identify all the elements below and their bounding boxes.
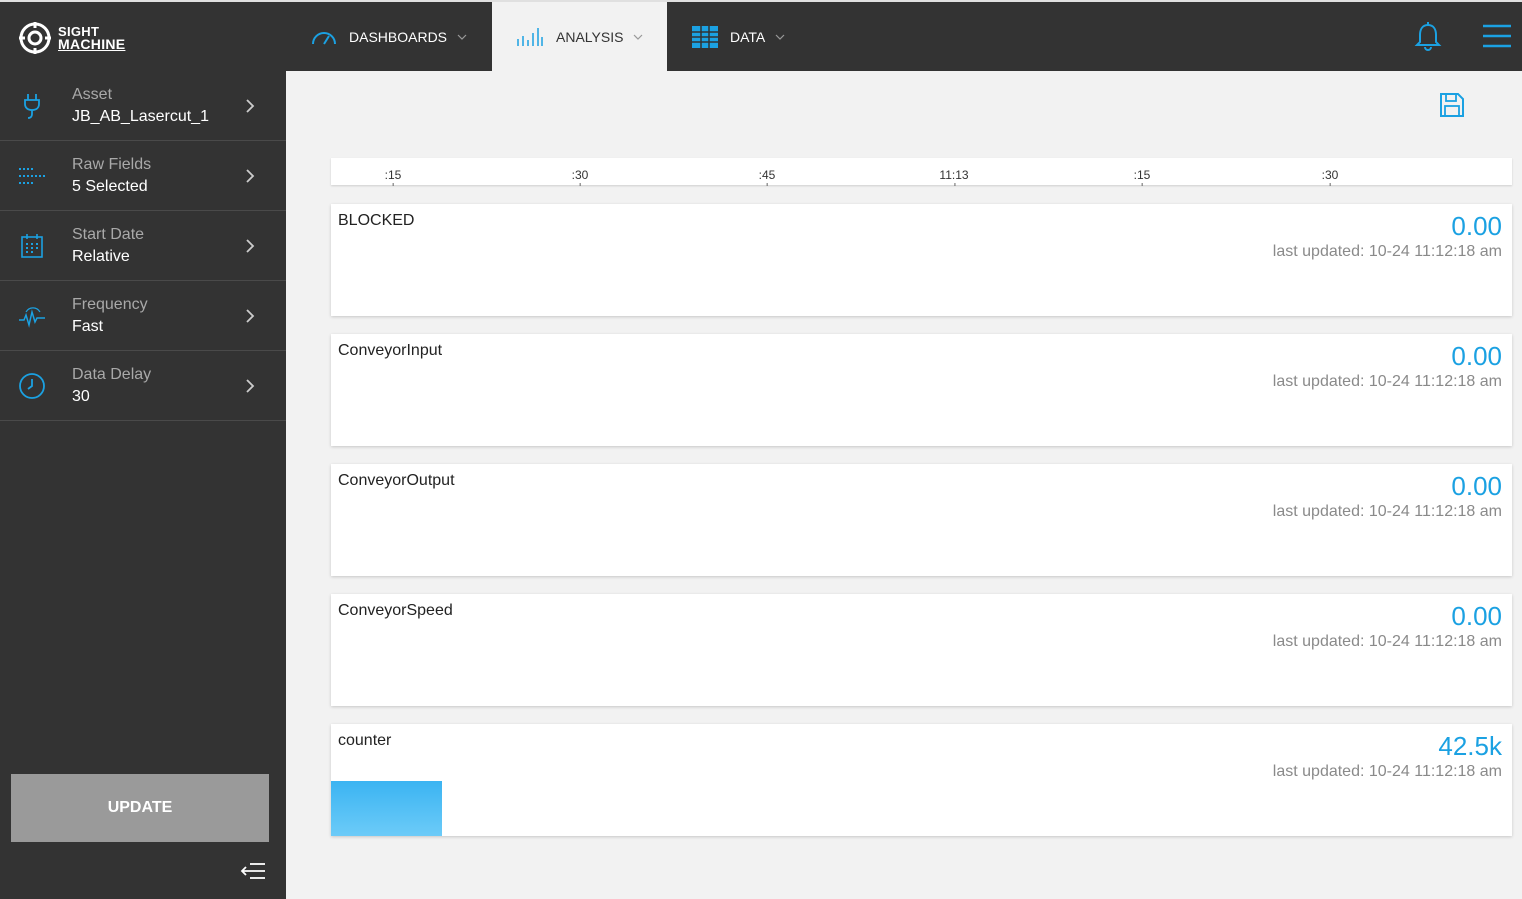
sidebar-item-raw-fields[interactable]: Raw Fields 5 Selected	[0, 141, 286, 211]
sidebar-item-value: 5 Selected	[72, 178, 148, 195]
sidebar: Asset JB_AB_Lasercut_1 Raw Fields 5 Sele…	[0, 71, 286, 899]
field-name: counter	[338, 732, 392, 749]
field-card-conveyor-input[interactable]: ConveyorInput 0.00 last updated: 10-24 1…	[331, 334, 1512, 446]
field-card-conveyor-output[interactable]: ConveyorOutput 0.00 last updated: 10-24 …	[331, 464, 1512, 576]
sight-machine-logo[interactable]: SIGHT MACHINE	[18, 18, 138, 58]
field-card-conveyor-speed[interactable]: ConveyorSpeed 0.00 last updated: 10-24 1…	[331, 594, 1512, 706]
sidebar-item-label: Asset	[72, 86, 113, 103]
collapse-sidebar-icon[interactable]	[240, 861, 266, 881]
sidebar-item-label: Data Delay	[72, 366, 152, 383]
time-axis: :15 :30 :45 11:13 :15 :30	[331, 158, 1512, 186]
tab-analysis-label: ANALYSIS	[556, 28, 624, 45]
chevron-right-icon	[246, 239, 255, 253]
chevron-right-icon	[246, 379, 255, 393]
clock-icon	[19, 373, 45, 399]
field-value: 42.5k	[1438, 731, 1502, 761]
chevron-right-icon	[246, 169, 255, 183]
time-tick: :15	[1133, 168, 1151, 186]
sidebar-item-label: Frequency	[72, 296, 148, 313]
last-updated-text: last updated: 10-24 11:12:18 am	[1272, 763, 1502, 780]
last-updated-text: last updated: 10-24 11:12:18 am	[1272, 373, 1502, 390]
tab-dashboards-label: DASHBOARDS	[349, 28, 448, 45]
gauge-icon	[312, 31, 336, 45]
field-value: 0.00	[1451, 341, 1502, 371]
last-updated-text: last updated: 10-24 11:12:18 am	[1272, 633, 1502, 650]
sidebar-item-asset[interactable]: Asset JB_AB_Lasercut_1	[0, 71, 286, 141]
save-icon[interactable]	[1439, 92, 1465, 118]
tab-analysis[interactable]: ANALYSIS	[492, 2, 667, 71]
top-navigation-bar: SIGHT MACHINE DASHBOARDS ANALYSIS DATA	[0, 0, 1522, 71]
chevron-right-icon	[246, 309, 255, 323]
chevron-down-icon	[775, 34, 785, 40]
chevron-down-icon	[457, 34, 467, 40]
sidebar-item-value: Fast	[72, 318, 104, 335]
field-card-counter[interactable]: counter 42.5k last updated: 10-24 11:12:…	[331, 724, 1512, 836]
grid-table-icon	[692, 25, 718, 48]
bar-chart-icon	[517, 27, 543, 46]
tab-data-label: DATA	[730, 28, 766, 45]
field-name: ConveyorInput	[338, 342, 443, 359]
main-content: :15 :30 :45 11:13 :15 :30 BLOCKED 0.00 l…	[286, 71, 1522, 899]
sidebar-item-data-delay[interactable]: Data Delay 30	[0, 351, 286, 421]
chevron-right-icon	[246, 99, 255, 113]
tab-data[interactable]: DATA	[692, 2, 785, 71]
field-name: ConveyorOutput	[338, 472, 455, 489]
gear-logo-icon	[19, 22, 51, 54]
hamburger-menu-icon[interactable]	[1483, 24, 1511, 48]
plug-icon	[24, 94, 40, 119]
field-value: 0.00	[1451, 471, 1502, 501]
field-value: 0.00	[1451, 601, 1502, 631]
last-updated-text: last updated: 10-24 11:12:18 am	[1272, 503, 1502, 520]
sidebar-item-value: Relative	[72, 248, 130, 265]
sidebar-item-value: JB_AB_Lasercut_1	[72, 108, 209, 125]
sidebar-item-label: Raw Fields	[72, 156, 152, 173]
waveform-icon	[19, 307, 45, 328]
field-card-blocked[interactable]: BLOCKED 0.00 last updated: 10-24 11:12:1…	[331, 204, 1512, 316]
field-name: ConveyorSpeed	[338, 602, 453, 619]
last-updated-text: last updated: 10-24 11:12:18 am	[1272, 243, 1502, 260]
update-button[interactable]: UPDATE	[11, 774, 269, 842]
counter-sparkline-bar	[331, 781, 442, 836]
time-tick: :15	[384, 168, 402, 186]
dots-grid-icon	[19, 168, 45, 184]
sidebar-item-value: 30	[72, 388, 90, 405]
sidebar-item-label: Start Date	[72, 226, 145, 243]
tab-dashboards[interactable]: DASHBOARDS	[311, 2, 467, 71]
brand-name: SIGHT MACHINE	[58, 25, 125, 51]
field-value: 0.00	[1451, 211, 1502, 241]
calendar-icon	[21, 234, 43, 258]
sidebar-item-start-date[interactable]: Start Date Relative	[0, 211, 286, 281]
bell-icon[interactable]	[1414, 22, 1442, 52]
brand-line-2: MACHINE	[58, 36, 126, 52]
chevron-down-icon	[634, 34, 643, 40]
time-tick: 11:13	[939, 168, 969, 186]
time-tick: :30	[571, 168, 589, 186]
sidebar-item-frequency[interactable]: Frequency Fast	[0, 281, 286, 351]
field-name: BLOCKED	[338, 212, 415, 229]
time-tick: :45	[758, 168, 776, 186]
time-tick: :30	[1321, 168, 1339, 186]
